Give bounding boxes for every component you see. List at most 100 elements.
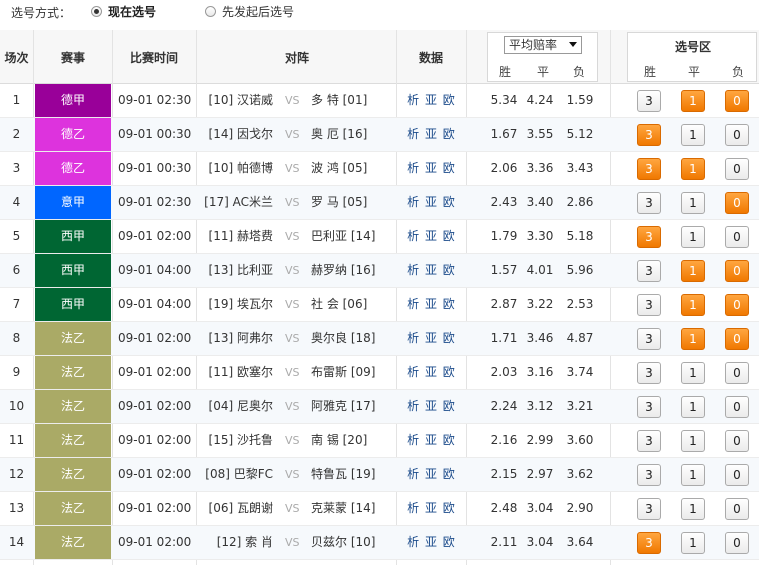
pick-win-button[interactable]: 3 (637, 260, 661, 282)
home-team[interactable]: [10] 汉诺威 (209, 84, 273, 117)
pick-win-button[interactable]: 3 (637, 226, 661, 248)
pick-draw-button[interactable]: 1 (681, 260, 705, 282)
radio-pick-later-label[interactable]: 先发起后选号 (222, 3, 294, 20)
pick-win-button[interactable]: 3 (637, 124, 661, 146)
league-badge[interactable]: 西甲 (35, 254, 111, 287)
league-badge[interactable]: 法乙 (35, 526, 111, 559)
away-team[interactable]: 波 鸿 [05] (311, 152, 367, 185)
data-links[interactable]: 析 亚 欧 (396, 526, 466, 559)
pick-win-button[interactable]: 3 (637, 90, 661, 112)
radio-pick-now-label[interactable]: 现在选号 (108, 3, 156, 20)
home-team[interactable]: [17] AC米兰 (204, 186, 273, 219)
data-links[interactable]: 析 亚 欧 (396, 458, 466, 491)
pick-win-button[interactable]: 3 (637, 464, 661, 486)
pick-lose-button[interactable]: 0 (725, 226, 749, 248)
away-team[interactable]: 社 会 [06] (311, 288, 367, 321)
pick-draw-button[interactable]: 1 (681, 226, 705, 248)
pick-draw-button[interactable]: 1 (681, 328, 705, 350)
pick-draw-button[interactable]: 1 (681, 192, 705, 214)
data-links[interactable]: 析 亚 欧 (396, 254, 466, 287)
away-team[interactable]: 布雷斯 [09] (311, 356, 375, 389)
pick-lose-button[interactable]: 0 (725, 158, 749, 180)
pick-win-button[interactable]: 3 (637, 192, 661, 214)
away-team[interactable]: 赫罗纳 [16] (311, 254, 375, 287)
data-links[interactable]: 析 亚 欧 (396, 390, 466, 423)
pick-win-button[interactable]: 3 (637, 532, 661, 554)
away-team[interactable]: 奥尔良 [18] (311, 322, 375, 355)
data-links[interactable]: 析 亚 欧 (396, 220, 466, 253)
home-team[interactable]: [04] 尼奥尔 (209, 390, 273, 423)
away-team[interactable]: 罗 马 [05] (311, 186, 367, 219)
pick-win-button[interactable]: 3 (637, 396, 661, 418)
pick-lose-button[interactable]: 0 (725, 192, 749, 214)
home-team[interactable]: [06] 瓦朗谢 (209, 492, 273, 525)
pick-lose-button[interactable]: 0 (725, 260, 749, 282)
pick-draw-button[interactable]: 1 (681, 430, 705, 452)
away-team[interactable]: 阿雅克 [17] (311, 390, 375, 423)
home-team[interactable]: [11] 欧塞尔 (209, 356, 273, 389)
odds-type-select[interactable]: 平均赔率 (504, 36, 582, 54)
data-links[interactable]: 析 亚 欧 (396, 492, 466, 525)
pick-lose-button[interactable]: 0 (725, 396, 749, 418)
home-team[interactable]: [11] 赫塔费 (209, 220, 273, 253)
pick-win-button[interactable]: 3 (637, 158, 661, 180)
away-team[interactable]: 多 特 [01] (311, 84, 367, 117)
away-team[interactable]: 奥 厄 [16] (311, 118, 367, 151)
radio-pick-now-dot[interactable] (91, 5, 102, 17)
league-badge[interactable]: 意甲 (35, 186, 111, 219)
league-badge[interactable]: 法乙 (35, 322, 111, 355)
pick-lose-button[interactable]: 0 (725, 532, 749, 554)
home-team[interactable]: [08] 巴黎FC (205, 458, 273, 491)
league-badge[interactable]: 德甲 (35, 84, 111, 117)
pick-lose-button[interactable]: 0 (725, 464, 749, 486)
pick-draw-button[interactable]: 1 (681, 362, 705, 384)
radio-pick-later-dot[interactable] (205, 5, 216, 17)
data-links[interactable]: 析 亚 欧 (396, 288, 466, 321)
home-team[interactable]: [10] 帕德博 (209, 152, 273, 185)
home-team[interactable]: [13] 比利亚 (209, 254, 273, 287)
pick-draw-button[interactable]: 1 (681, 396, 705, 418)
pick-draw-button[interactable]: 1 (681, 90, 705, 112)
pick-win-button[interactable]: 3 (637, 294, 661, 316)
league-badge[interactable]: 法乙 (35, 492, 111, 525)
league-badge[interactable]: 法乙 (35, 458, 111, 491)
league-badge[interactable]: 西甲 (35, 288, 111, 321)
away-team[interactable]: 巴利亚 [14] (311, 220, 375, 253)
data-links[interactable]: 析 亚 欧 (396, 84, 466, 117)
pick-lose-button[interactable]: 0 (725, 362, 749, 384)
pick-lose-button[interactable]: 0 (725, 430, 749, 452)
home-team[interactable]: [15] 沙托鲁 (209, 424, 273, 457)
league-badge[interactable]: 法乙 (35, 390, 111, 423)
pick-draw-button[interactable]: 1 (681, 294, 705, 316)
away-team[interactable]: 特鲁瓦 [19] (311, 458, 375, 491)
league-badge[interactable]: 德乙 (35, 152, 111, 185)
pick-win-button[interactable]: 3 (637, 430, 661, 452)
pick-lose-button[interactable]: 0 (725, 294, 749, 316)
league-badge[interactable]: 法乙 (35, 424, 111, 457)
pick-draw-button[interactable]: 1 (681, 532, 705, 554)
pick-lose-button[interactable]: 0 (725, 124, 749, 146)
league-badge[interactable]: 德乙 (35, 118, 111, 151)
away-team[interactable]: 贝兹尔 [10] (311, 526, 375, 559)
home-team[interactable]: [14] 因戈尔 (209, 118, 273, 151)
pick-win-button[interactable]: 3 (637, 362, 661, 384)
home-team[interactable]: [19] 埃瓦尔 (209, 288, 273, 321)
pick-draw-button[interactable]: 1 (681, 124, 705, 146)
pick-win-button[interactable]: 3 (637, 328, 661, 350)
data-links[interactable]: 析 亚 欧 (396, 424, 466, 457)
league-badge[interactable]: 西甲 (35, 220, 111, 253)
data-links[interactable]: 析 亚 欧 (396, 322, 466, 355)
data-links[interactable]: 析 亚 欧 (396, 152, 466, 185)
away-team[interactable]: 克莱蒙 [14] (311, 492, 375, 525)
data-links[interactable]: 析 亚 欧 (396, 356, 466, 389)
radio-pick-now[interactable]: 现在选号 (91, 3, 156, 20)
radio-pick-later[interactable]: 先发起后选号 (205, 3, 294, 20)
pick-lose-button[interactable]: 0 (725, 498, 749, 520)
home-team[interactable]: [12] 索 肖 (217, 526, 273, 559)
away-team[interactable]: 南 锡 [20] (311, 424, 367, 457)
pick-lose-button[interactable]: 0 (725, 90, 749, 112)
league-badge[interactable]: 法乙 (35, 356, 111, 389)
pick-lose-button[interactable]: 0 (725, 328, 749, 350)
pick-draw-button[interactable]: 1 (681, 498, 705, 520)
pick-draw-button[interactable]: 1 (681, 158, 705, 180)
